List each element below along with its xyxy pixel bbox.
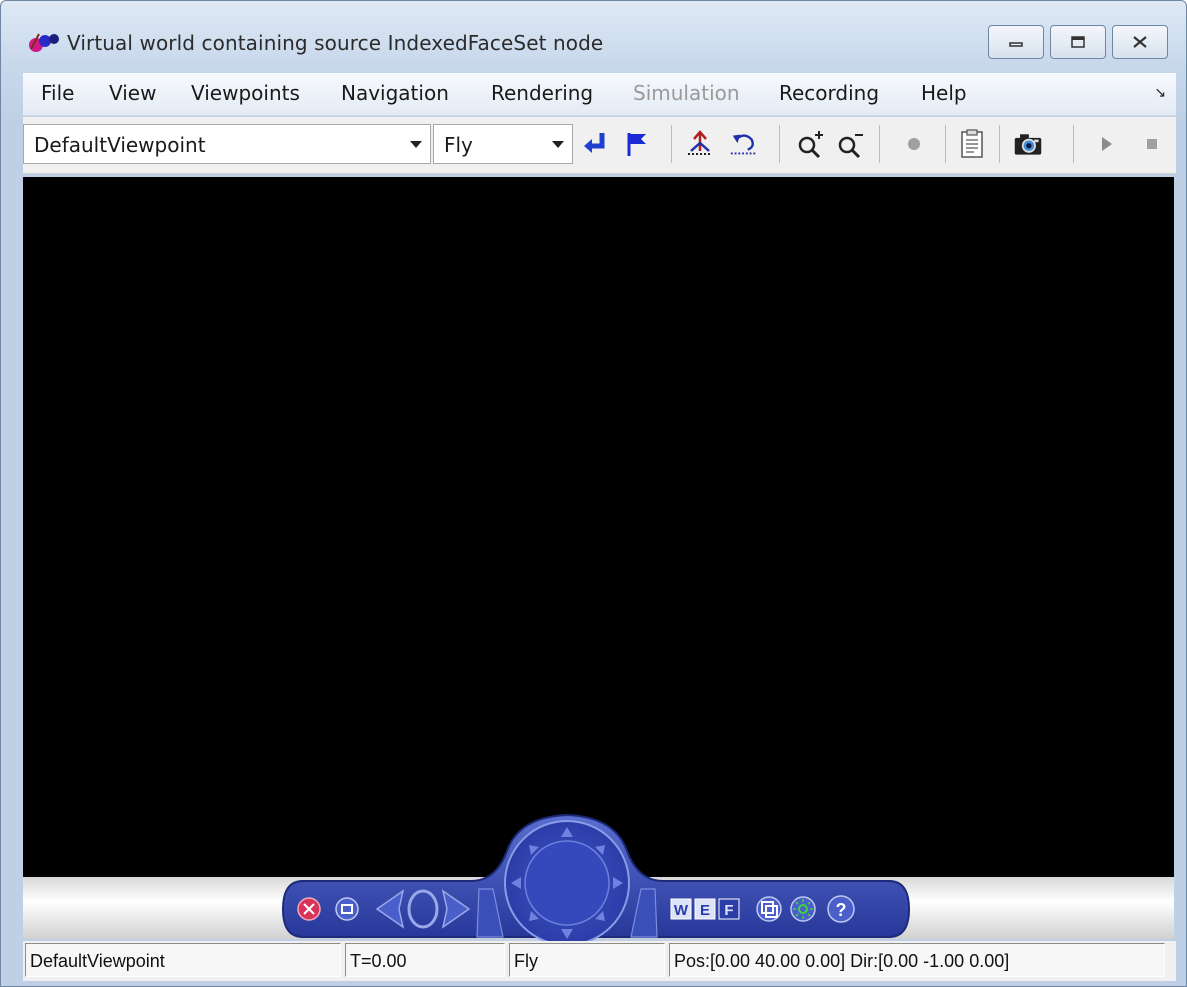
toolbar: DefaultViewpoint Fly (23, 117, 1176, 174)
status-viewpoint: DefaultViewpoint (25, 943, 341, 977)
maximize-button[interactable] (1050, 25, 1106, 59)
menu-recording[interactable]: Recording (779, 81, 879, 105)
title-bar[interactable]: Virtual world containing source IndexedF… (1, 1, 1186, 71)
toolbar-separator (1073, 125, 1074, 163)
status-time: T=0.00 (345, 943, 505, 977)
record-icon (899, 129, 929, 159)
status-viewpoint-text: DefaultViewpoint (30, 951, 165, 971)
menu-file[interactable]: File (41, 81, 74, 105)
status-time-text: T=0.00 (350, 951, 407, 971)
snapshot-icon[interactable] (1013, 129, 1043, 159)
transparency-button[interactable] (756, 896, 782, 922)
minimize-button[interactable] (988, 25, 1044, 59)
help-button[interactable]: ? (827, 895, 855, 923)
wireframe-mode-button[interactable]: W (670, 898, 692, 920)
chevron-down-icon (552, 141, 564, 148)
edit-world-icon[interactable] (957, 129, 987, 159)
close-icon (1133, 36, 1147, 48)
menu-view[interactable]: View (109, 81, 156, 105)
toolbar-separator (945, 125, 946, 163)
viewpoint-dropdown-value: DefaultViewpoint (34, 133, 206, 157)
3d-viewport[interactable] (23, 177, 1174, 883)
straighten-up-icon[interactable] (685, 129, 715, 159)
minimize-icon (1009, 42, 1023, 47)
maximize-icon (1071, 36, 1085, 48)
return-to-viewpoint-icon[interactable] (581, 129, 611, 159)
chevron-down-icon (410, 141, 422, 148)
navigation-method-value: Fly (444, 133, 473, 157)
help-label: ? (836, 900, 847, 920)
toolbar-separator (671, 125, 672, 163)
mode-label-f: F (724, 902, 733, 919)
faces-mode-button[interactable]: F (718, 898, 740, 920)
zoom-in-icon[interactable] (795, 129, 825, 159)
create-viewpoint-icon[interactable] (623, 129, 653, 159)
window-title: Virtual world containing source IndexedF… (67, 31, 604, 55)
undo-move-icon[interactable] (729, 129, 759, 159)
status-mode-text: Fly (514, 951, 538, 971)
app-window: Virtual world containing source IndexedF… (0, 0, 1187, 987)
menu-rendering[interactable]: Rendering (491, 81, 593, 105)
stop-icon (1137, 129, 1167, 159)
menu-bar: File View Viewpoints Navigation Renderin… (23, 73, 1176, 116)
zoom-out-icon[interactable] (835, 129, 865, 159)
panel-close-button[interactable] (297, 897, 321, 921)
status-bar: DefaultViewpoint T=0.00 Fly Pos:[0.00 40… (23, 941, 1176, 981)
headlight-icon[interactable] (790, 896, 816, 922)
navigation-method-dropdown[interactable]: Fly (433, 124, 573, 164)
viewpoint-dropdown[interactable]: DefaultViewpoint (23, 124, 431, 164)
panel-minimize-button[interactable] (335, 897, 359, 921)
status-position: Pos:[0.00 40.00 0.00] Dir:[0.00 -1.00 0.… (669, 943, 1165, 977)
toolbar-separator (999, 125, 1000, 163)
edges-mode-button[interactable]: E (694, 898, 716, 920)
menu-undock-icon[interactable]: ↘ (1154, 85, 1166, 101)
rotate-wheel[interactable] (504, 820, 630, 941)
mode-label-e: E (700, 902, 710, 919)
status-position-text: Pos:[0.00 40.00 0.00] Dir:[0.00 -1.00 0.… (674, 951, 1010, 971)
status-navigation-mode: Fly (509, 943, 665, 977)
play-icon (1091, 129, 1121, 159)
menu-viewpoints[interactable]: Viewpoints (191, 81, 300, 105)
close-button[interactable] (1112, 25, 1168, 59)
app-logo-icon (29, 33, 59, 52)
menu-navigation[interactable]: Navigation (341, 81, 449, 105)
toolbar-separator (779, 125, 780, 163)
navigation-panel: W E F ? (281, 813, 911, 941)
toolbar-separator (879, 125, 880, 163)
menu-simulation: Simulation (633, 81, 740, 105)
menu-help[interactable]: Help (921, 81, 967, 105)
mode-label-w: W (674, 902, 689, 919)
